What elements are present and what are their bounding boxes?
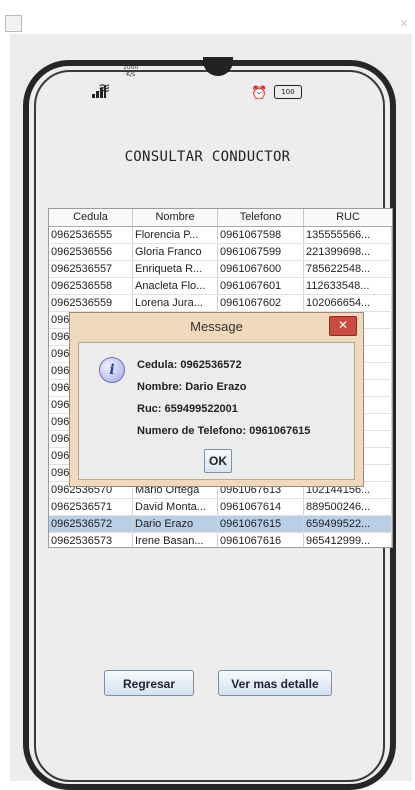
dialog-cedula-text: Cedula: 0962536572 [137,359,242,371]
table-cell: 0961067614 [218,499,304,515]
table-cell: 0962536571 [49,499,133,515]
network-speed: 1000 K/s [123,64,138,78]
table-row[interactable]: 0962536555 Florencia P... 0961067598 135555… [49,227,392,244]
dialog-body: i Cedula: 0962536572 Nombre: Dario Erazo… [78,342,355,480]
window-titlebar: × [0,0,415,34]
column-header-cedula[interactable]: Cedula [49,209,133,226]
table-cell: 0961067598 [218,227,304,243]
column-header-telefono[interactable]: Telefono [218,209,304,226]
dialog-title: Message [190,319,243,334]
column-header-nombre[interactable]: Nombre [133,209,218,226]
table-cell: 0962536558 [49,278,133,294]
dialog-ruc-text: Ruc: 659499522001 [137,403,238,415]
table-cell: 965412999... [304,533,392,547]
table-cell: 0961067600 [218,261,304,277]
battery-icon: 100 [274,85,302,99]
table-cell: David Monta... [133,499,218,515]
window-close-button[interactable]: × [399,16,409,30]
java-app-icon [5,15,22,32]
table-cell: Anacleta Flo... [133,278,218,294]
dialog-close-button[interactable]: ✕ [329,316,357,336]
ok-button[interactable]: OK [204,449,232,473]
message-dialog: Message ✕ i Cedula: 0962536572 Nombre: D… [69,312,364,487]
table-cell: 0962536556 [49,244,133,260]
table-cell: 0961067615 [218,516,304,532]
table-cell: 785622548... [304,261,392,277]
table-cell: Lorena Jura... [133,295,218,311]
table-row[interactable]: 0962536558 Anacleta Flo... 0961067601 11263… [49,278,392,295]
table-row[interactable]: 0962536571 David Monta... 0961067614 889500… [49,499,392,516]
table-row[interactable]: 0962536556 Gloria Franco 0961067599 2213996… [49,244,392,261]
wifi-icon: ≋ [98,79,111,97]
table-cell: 0962536572 [49,516,133,532]
column-header-ruc[interactable]: RUC [304,209,392,226]
table-row[interactable]: 0962536559 Lorena Jura... 0961067602 102066… [49,295,392,312]
network-speed-value: 1000 [123,64,139,71]
table-cell: 0962536573 [49,533,133,547]
page-title: CONSULTAR CONDUCTOR [124,149,291,165]
table-cell: 221399698... [304,244,392,260]
more-details-button[interactable]: Ver mas detalle [218,670,332,696]
table-cell: 0961067601 [218,278,304,294]
table-cell: 0962536555 [49,227,133,243]
table-cell: 102066654... [304,295,392,311]
table-row[interactable]: 0962536573 Irene Basan... 0961067616 965412… [49,533,392,547]
table-cell: 0961067599 [218,244,304,260]
table-cell: 0962536557 [49,261,133,277]
table-cell: Florencia P... [133,227,218,243]
table-cell: Gloria Franco [133,244,218,260]
info-icon: i [99,357,125,383]
table-row[interactable]: 0962536572 Dario Erazo 0961067615 659499522… [49,516,392,533]
table-cell: 0962536559 [49,295,133,311]
table-cell: 135555566... [304,227,392,243]
dialog-telefono-text: Numero de Telefono: 0961067615 [137,425,311,437]
back-button[interactable]: Regresar [104,670,194,696]
table-cell: Irene Basan... [133,533,218,547]
table-row[interactable]: 0962536557 Enriqueta R... 0961067600 785622… [49,261,392,278]
table-cell: 112633548... [304,278,392,294]
table-cell: Dario Erazo [133,516,218,532]
network-speed-unit: K/s [126,71,136,78]
table-cell: 0961067602 [218,295,304,311]
table-cell: Enriqueta R... [133,261,218,277]
table-header: Cedula Nombre Telefono RUC [49,209,392,227]
table-cell: 659499522... [304,516,392,532]
table-cell: 0961067616 [218,533,304,547]
dialog-nombre-text: Nombre: Dario Erazo [137,381,247,393]
table-cell: 889500246... [304,499,392,515]
alarm-clock-icon: ⏰ [251,86,268,101]
